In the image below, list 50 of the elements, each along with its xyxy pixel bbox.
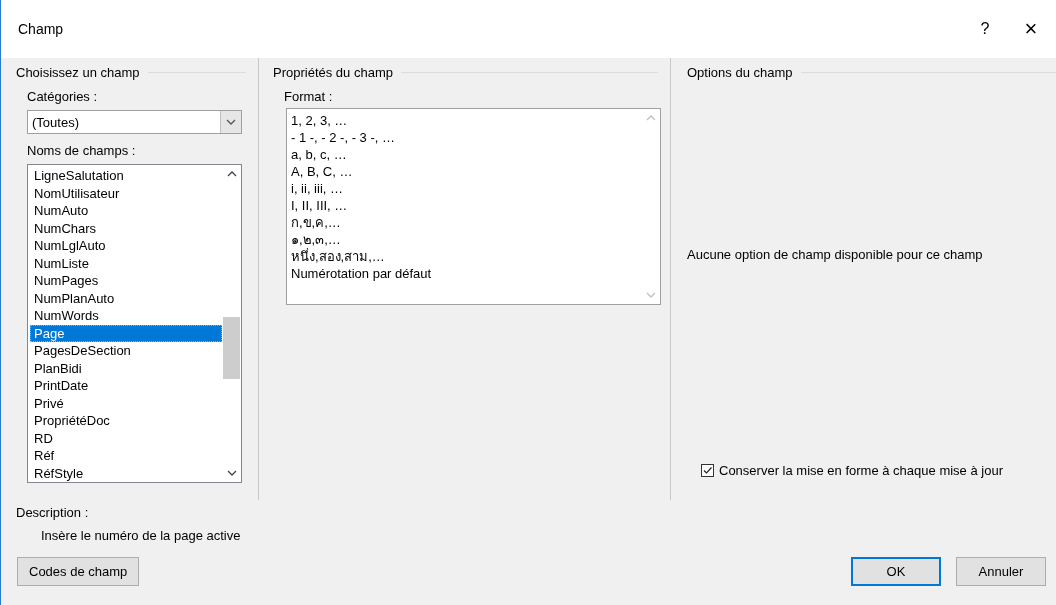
window-title: Champ [18, 21, 65, 37]
list-item[interactable]: NumListe [30, 254, 222, 272]
checkbox-label: Conserver la mise en forme à chaque mise à jour [719, 463, 1003, 478]
group-title: Choisissez un champ [16, 64, 140, 80]
list-item[interactable]: A, B, C, … [291, 163, 641, 180]
list-item[interactable]: NomUtilisateur [30, 184, 222, 202]
ok-button[interactable]: OK [851, 557, 941, 586]
list-item[interactable]: NumChars [30, 219, 222, 237]
list-item[interactable]: ก,ข,ค,… [291, 214, 641, 231]
cancel-button[interactable]: Annuler [956, 557, 1046, 586]
list-item[interactable]: Réf [30, 447, 222, 465]
help-button[interactable]: ? [962, 20, 1008, 38]
list-item[interactable]: I, II, III, … [291, 197, 641, 214]
list-item[interactable]: PropriétéDoc [30, 412, 222, 430]
list-item[interactable]: ๑,๒,๓,… [291, 231, 641, 248]
group-title: Options du champ [687, 64, 793, 80]
field-codes-button[interactable]: Codes de champ [17, 557, 140, 586]
scroll-down-icon[interactable] [226, 119, 236, 125]
list-item[interactable]: NumPlanAuto [30, 289, 222, 307]
list-item[interactable]: RD [30, 429, 222, 447]
info-message: Aucune option de champ disponible pour ce champ [687, 247, 984, 262]
list-item[interactable]: NumPages [30, 272, 222, 290]
list-item[interactable]: NumAuto [30, 202, 222, 220]
categories-dropdown[interactable]: (Toutes) [27, 110, 242, 134]
scroll-up-icon[interactable] [226, 171, 237, 177]
list-item[interactable]: NumLglAuto [30, 237, 222, 255]
description-label: Description : [16, 505, 89, 520]
list-item[interactable]: PagesDeSection [30, 342, 222, 360]
list-item[interactable]: PlanBidi [30, 359, 222, 377]
list-item[interactable]: LigneSalutation [30, 167, 222, 185]
scrollbar-thumb[interactable] [223, 317, 240, 379]
list-item[interactable]: a, b, c, … [291, 146, 641, 163]
list-item[interactable]: PrintDate [30, 377, 222, 395]
checkbox[interactable] [701, 464, 714, 477]
field-label: Format : [284, 89, 333, 104]
description-text: Insère le numéro de la page active [41, 528, 241, 543]
list-item[interactable]: NumWords [30, 307, 222, 325]
list-item[interactable]: Privé [30, 394, 222, 412]
list-item[interactable]: 1, 2, 3, … [291, 112, 641, 129]
list-item[interactable]: RéfStyle [30, 464, 222, 482]
field-label: Noms de champs : [27, 143, 136, 158]
close-button[interactable]: × [1008, 16, 1054, 42]
list-item[interactable]: Numérotation par défaut [291, 265, 641, 282]
list-item[interactable]: - 1 -, - 2 -, - 3 -, … [291, 129, 641, 146]
scroll-down-icon[interactable] [226, 470, 237, 476]
list-item[interactable]: Page [30, 324, 222, 342]
list-item[interactable]: i, ii, iii, … [291, 180, 641, 197]
field-label: Catégories : [27, 89, 98, 104]
list-item[interactable]: หนึ่ง,สอง,สาม,… [291, 248, 641, 265]
group-title: Propriétés du champ [273, 64, 393, 80]
